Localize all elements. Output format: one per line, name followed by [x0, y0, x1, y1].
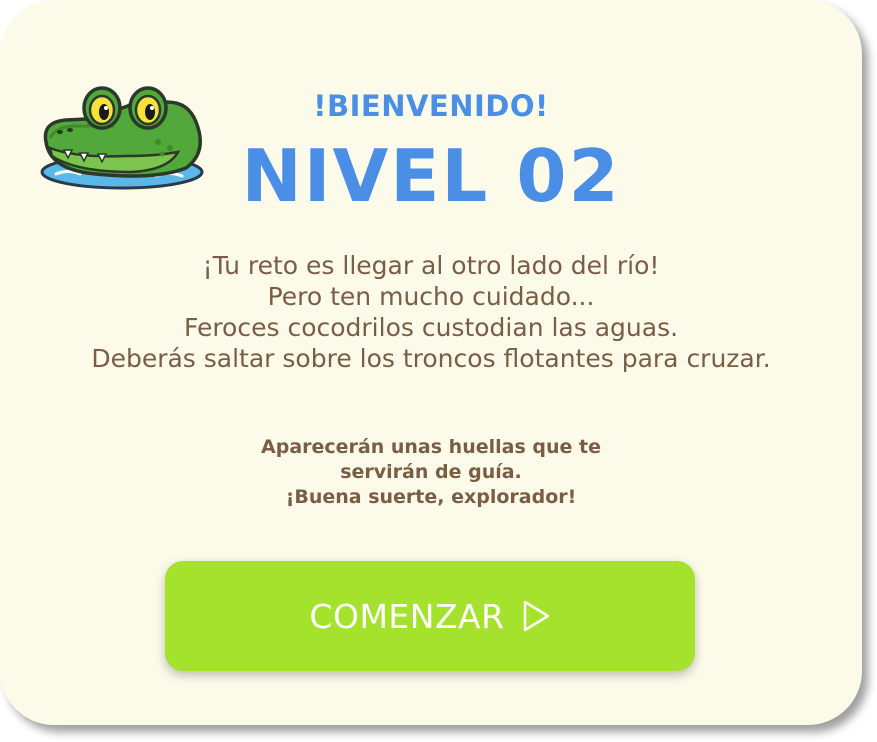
story-line: Pero ten mucho cuidado... [267, 282, 595, 311]
start-button-label: COMENZAR [309, 596, 505, 636]
start-button[interactable]: COMENZAR [165, 561, 695, 671]
story-line: ¡Tu reto es llegar al otro lado del río! [202, 251, 660, 280]
hint-line: Aparecerán unas huellas que te [261, 436, 601, 458]
welcome-card: !BIENVENIDO! NIVEL 02 ¡Tu reto es llegar… [0, 0, 862, 725]
story-text: ¡Tu reto es llegar al otro lado del río!… [0, 250, 862, 374]
welcome-title: !BIENVENIDO! [313, 89, 549, 123]
hint-line: ¡Buena suerte, explorador! [285, 486, 577, 508]
level-title: NIVEL 02 [241, 134, 621, 218]
hint-text: Aparecerán unas huellas que te servirán … [0, 435, 862, 510]
story-line: Feroces cocodrilos custodian las aguas. [183, 313, 679, 342]
play-icon [523, 600, 549, 632]
hint-line: servirán de guía. [340, 461, 522, 483]
story-line: Deberás saltar sobre los troncos flotant… [91, 344, 771, 373]
